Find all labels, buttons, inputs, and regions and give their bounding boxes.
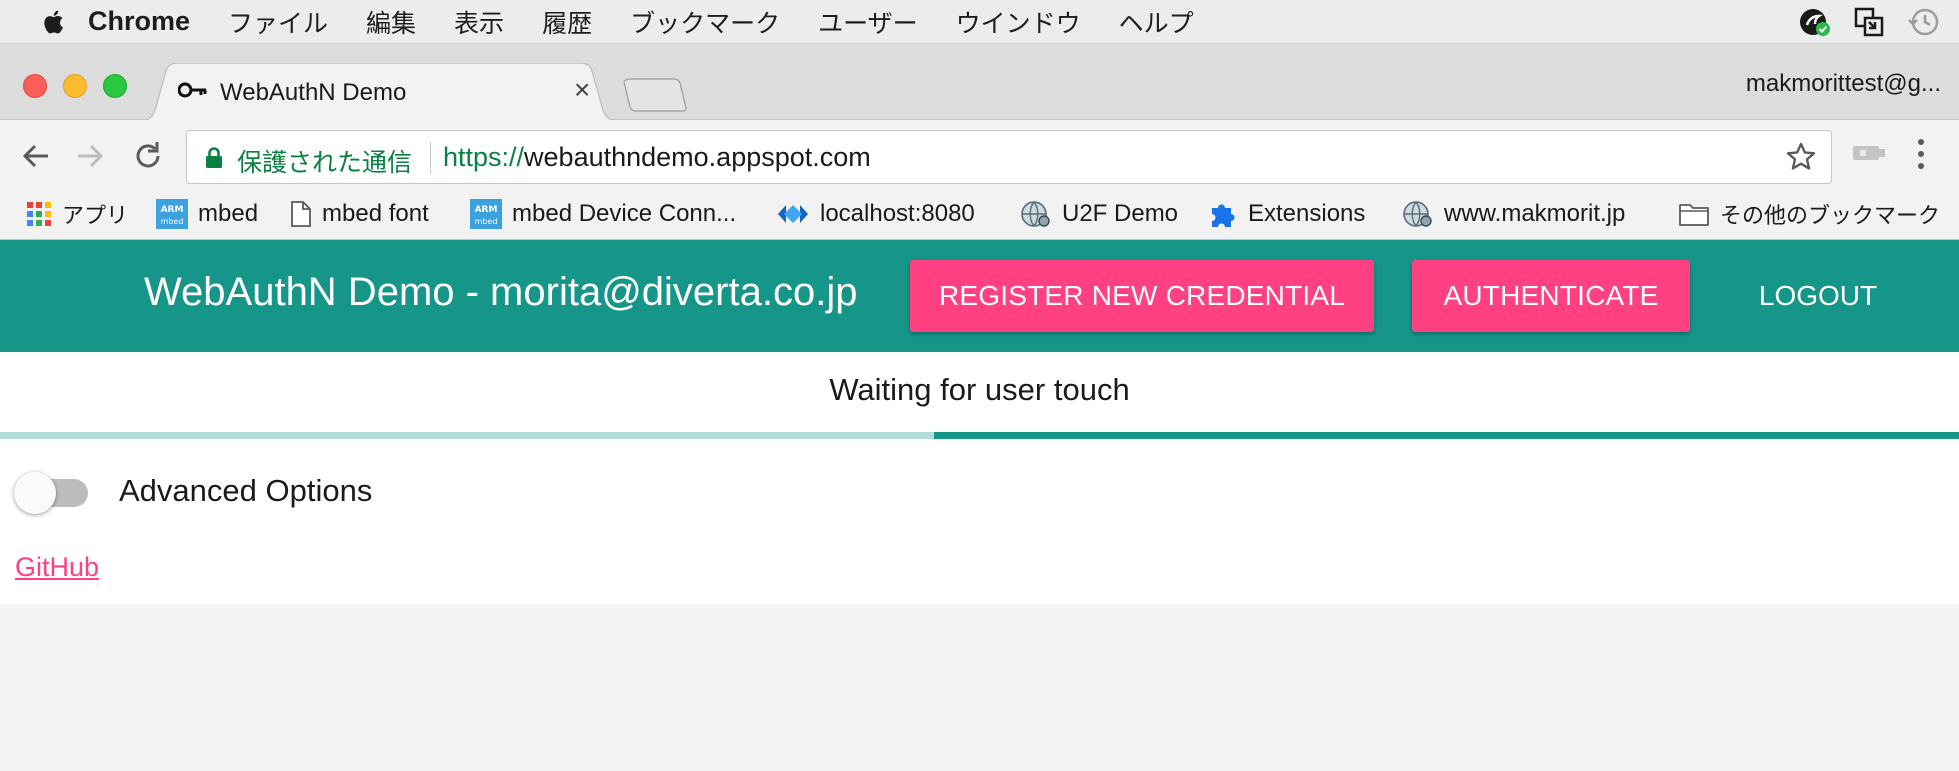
bookmark-label: Extensions: [1248, 200, 1366, 227]
app-header: WebAuthN Demo - morita@diverta.co.jp REG…: [0, 240, 1959, 352]
menu-view[interactable]: 表示: [454, 4, 504, 40]
toggle-thumb[interactable]: [14, 472, 56, 514]
arm-mbed-icon: ARM mbed: [470, 199, 502, 229]
globe-gear-icon: [1021, 201, 1050, 227]
logout-button[interactable]: LOGOUT: [1722, 260, 1914, 332]
menu-people[interactable]: ユーザー: [818, 4, 918, 40]
menu-file[interactable]: ファイル: [228, 4, 328, 40]
menu-help[interactable]: ヘルプ: [1119, 4, 1194, 40]
bookmark-localhost[interactable]: localhost:8080: [776, 196, 975, 232]
bookmark-label: www.makmorit.jp: [1444, 200, 1626, 227]
github-link[interactable]: GitHub: [15, 552, 99, 583]
bookmark-apps[interactable]: アプリ: [26, 196, 128, 232]
progress-bar: [0, 432, 1959, 439]
globe-gear-icon: [1403, 201, 1432, 227]
window-switch-icon[interactable]: [1853, 6, 1885, 38]
app-menu-chrome[interactable]: Chrome: [88, 6, 190, 37]
diamond-arrows-icon: [778, 205, 808, 223]
puzzle-icon: [1212, 204, 1235, 227]
back-arrow-icon[interactable]: [18, 138, 54, 174]
menu-bar-status-icons: [1799, 6, 1941, 38]
svg-text:ARM: ARM: [475, 205, 498, 215]
security-label[interactable]: 保護された通信: [237, 143, 412, 179]
svg-text:mbed: mbed: [161, 217, 184, 226]
bookmark-mbed-font[interactable]: mbed font: [290, 196, 429, 232]
address-bar[interactable]: 保護された通信 https://webauthndemo.appspot.com: [186, 130, 1832, 184]
bookmark-label: U2F Demo: [1062, 200, 1179, 227]
browser-toolbar: 保護された通信 https://webauthndemo.appspot.com: [0, 120, 1959, 192]
apps-grid-icon: [27, 202, 51, 226]
forward-arrow-icon[interactable]: [72, 138, 108, 174]
maximize-window-button[interactable]: [103, 74, 127, 98]
tab-close-icon[interactable]: ×: [574, 76, 590, 104]
bookmark-label: mbed font: [322, 200, 429, 227]
close-window-button[interactable]: [23, 74, 47, 98]
url-text[interactable]: https://webauthndemo.appspot.com: [443, 142, 871, 173]
bookmark-label: その他のブックマーク: [1720, 204, 1941, 229]
key-icon: [178, 82, 207, 98]
menu-edit[interactable]: 編集: [366, 4, 416, 40]
omnibox-divider: [430, 142, 431, 174]
bookmark-label: mbed Device Conn...: [512, 200, 737, 227]
main-content: Advanced Options GitHub: [0, 439, 1959, 604]
tab-title: WebAuthN Demo: [220, 79, 407, 106]
url-scheme: https://: [443, 142, 525, 172]
apple-logo-icon[interactable]: [42, 9, 64, 35]
bookmark-label: アプリ: [62, 204, 129, 229]
bookmark-mbed-device-connector[interactable]: ARM mbed mbed Device Conn...: [470, 196, 736, 232]
sync-status-icon[interactable]: [1799, 6, 1831, 38]
bookmark-extensions[interactable]: Extensions: [1208, 196, 1365, 232]
page-icon: [291, 201, 311, 227]
lock-icon[interactable]: [205, 147, 223, 169]
menu-window[interactable]: ウインドウ: [956, 4, 1081, 40]
extension-icon[interactable]: [1852, 142, 1886, 164]
svg-text:mbed: mbed: [475, 217, 498, 226]
register-new-credential-button[interactable]: REGISTER NEW CREDENTIAL: [910, 260, 1374, 332]
bookmark-label: localhost:8080: [820, 200, 975, 227]
page-title: WebAuthN Demo - morita@diverta.co.jp: [144, 270, 858, 314]
new-tab-button[interactable]: [622, 78, 688, 112]
menu-bookmarks[interactable]: ブックマーク: [630, 4, 780, 40]
reload-icon[interactable]: [130, 138, 166, 174]
status-message: Waiting for user touch: [829, 372, 1130, 407]
advanced-options-label[interactable]: Advanced Options: [119, 473, 372, 509]
tab-strip: WebAuthN Demo × makmorittest@g...: [0, 44, 1959, 121]
bookmark-u2f-demo[interactable]: U2F Demo: [1018, 196, 1178, 232]
bookmark-label: mbed: [198, 200, 259, 227]
bookmark-makmorit[interactable]: www.makmorit.jp: [1400, 196, 1625, 232]
bookmark-other-bookmarks[interactable]: その他のブックマーク: [1678, 196, 1940, 232]
status-area: Waiting for user touch: [0, 352, 1959, 432]
progress-indicator: [934, 432, 1959, 439]
folder-icon: [1679, 204, 1709, 226]
bookmark-star-icon[interactable]: [1785, 141, 1817, 173]
chrome-menu-icon[interactable]: [1916, 136, 1926, 172]
arm-mbed-icon: ARM mbed: [156, 199, 188, 229]
menu-history[interactable]: 履歴: [542, 4, 592, 40]
macos-menu-bar: Chrome ファイル 編集 表示 履歴 ブックマーク ユーザー ウインドウ ヘ…: [0, 0, 1959, 44]
profile-name[interactable]: makmorittest@g...: [1746, 70, 1941, 98]
url-host: webauthndemo.appspot.com: [524, 142, 871, 172]
bookmark-mbed[interactable]: ARM mbed mbed: [156, 196, 258, 232]
bookmarks-bar: アプリ ARM mbed mbed mbed font ARM mbed mbe…: [0, 192, 1959, 240]
authenticate-button[interactable]: AUTHENTICATE: [1412, 260, 1690, 332]
minimize-window-button[interactable]: [63, 74, 87, 98]
time-machine-icon[interactable]: [1907, 6, 1941, 38]
svg-text:ARM: ARM: [161, 205, 184, 215]
